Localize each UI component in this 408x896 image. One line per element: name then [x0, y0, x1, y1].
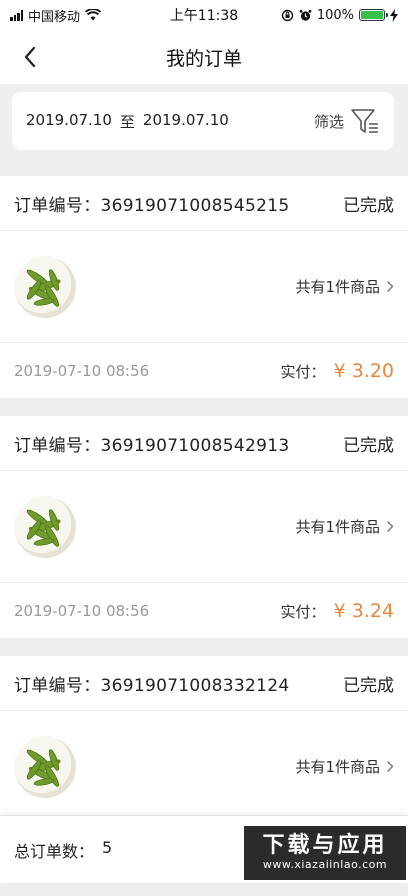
carrier-name: 中国移动 — [28, 9, 81, 25]
total-orders: 总订单数： 5 — [14, 838, 112, 862]
product-thumbnail — [14, 255, 76, 318]
order-number-value: 36919071008545215 — [100, 195, 290, 216]
battery-percent: 100% — [316, 7, 354, 23]
order-number: 订单编号：36919071008545215 — [14, 191, 289, 216]
item-count-label: 共有1件商品 — [295, 758, 380, 776]
order-number-value: 36919071008542913 — [100, 435, 290, 456]
battery-icon — [359, 9, 388, 21]
wifi-icon — [85, 9, 102, 21]
order-number-label: 订单编号： — [14, 435, 101, 456]
paid-amount-row: 实付： ¥ 3.20 — [281, 360, 394, 382]
order-footer: 2019-07-10 08:56 实付： ¥ 3.24 — [0, 583, 408, 638]
chevron-right-icon — [387, 281, 394, 292]
item-count[interactable]: 共有1件商品 — [295, 516, 394, 537]
total-orders-label: 总订单数： — [14, 841, 95, 861]
order-list: 订单编号：36919071008545215 已完成 共有1件商品 2019-0… — [0, 176, 408, 896]
order-items-row[interactable]: 共有1件商品 — [0, 471, 408, 583]
order-status: 已完成 — [343, 675, 394, 696]
watermark-logo: 下载与应用 www.xiazaiinlao.com — [244, 826, 406, 880]
start-date[interactable]: 2019.07.10 — [26, 111, 112, 132]
order-footer: 2019-07-10 08:56 实付： ¥ 3.20 — [0, 343, 408, 398]
item-count-label: 共有1件商品 — [295, 278, 380, 296]
date-to-label: 至 — [119, 112, 135, 131]
order-card[interactable]: 订单编号：36919071008542913 已完成 共有1件商品 2019-0… — [0, 416, 408, 638]
order-number: 订单编号：36919071008332124 — [14, 671, 289, 696]
order-number-value: 36919071008332124 — [100, 675, 290, 696]
orientation-lock-icon — [281, 9, 294, 21]
item-count[interactable]: 共有1件商品 — [295, 276, 394, 297]
order-time: 2019-07-10 08:56 — [14, 361, 150, 380]
order-header: 订单编号：36919071008332124 已完成 — [0, 656, 408, 711]
status-bar: 中国移动 上午11:38 100% — [0, 0, 408, 30]
paid-label: 实付： — [280, 362, 326, 381]
total-orders-count: 5 — [102, 837, 113, 857]
item-count[interactable]: 共有1件商品 — [295, 756, 394, 777]
order-time: 2019-07-10 08:56 — [14, 601, 150, 620]
watermark-url: www.xiazaiinlao.com — [262, 858, 388, 871]
order-header: 订单编号：36919071008545215 已完成 — [0, 176, 408, 231]
date-range[interactable]: 2019.07.10 至 2019.07.10 — [26, 111, 229, 132]
paid-amount: ¥ 3.24 — [333, 599, 394, 622]
product-thumbnail — [14, 735, 76, 798]
alarm-icon — [299, 9, 312, 21]
nav-bar: 我的订单 — [0, 30, 408, 84]
end-date[interactable]: 2019.07.10 — [143, 111, 229, 132]
back-button[interactable] — [14, 41, 46, 73]
date-filter-card: 2019.07.10 至 2019.07.10 筛选 — [12, 92, 394, 150]
filter-button[interactable]: 筛选 — [314, 107, 380, 135]
paid-amount: ¥ 3.20 — [333, 359, 394, 382]
signal-icon — [10, 9, 23, 21]
funnel-icon — [351, 109, 378, 133]
paid-label: 实付： — [280, 602, 326, 621]
chevron-right-icon — [387, 761, 394, 772]
order-number-label: 订单编号： — [14, 675, 101, 696]
paid-amount-row: 实付： ¥ 3.24 — [281, 600, 394, 622]
watermark-title: 下载与应用 — [262, 833, 388, 858]
filter-label: 筛选 — [313, 112, 344, 131]
order-items-row[interactable]: 共有1件商品 — [0, 231, 408, 343]
order-status: 已完成 — [343, 195, 394, 216]
order-items-row[interactable]: 共有1件商品 — [0, 711, 408, 823]
order-number-label: 订单编号： — [14, 195, 101, 216]
item-count-label: 共有1件商品 — [295, 518, 380, 536]
order-status: 已完成 — [343, 435, 394, 456]
page-title: 我的订单 — [165, 47, 242, 70]
chevron-left-icon — [24, 46, 36, 68]
order-card[interactable]: 订单编号：36919071008545215 已完成 共有1件商品 2019-0… — [0, 176, 408, 398]
chevron-right-icon — [387, 521, 394, 532]
order-header: 订单编号：36919071008542913 已完成 — [0, 416, 408, 471]
order-number: 订单编号：36919071008542913 — [14, 431, 289, 456]
product-thumbnail — [14, 495, 76, 558]
charging-icon — [390, 8, 398, 22]
